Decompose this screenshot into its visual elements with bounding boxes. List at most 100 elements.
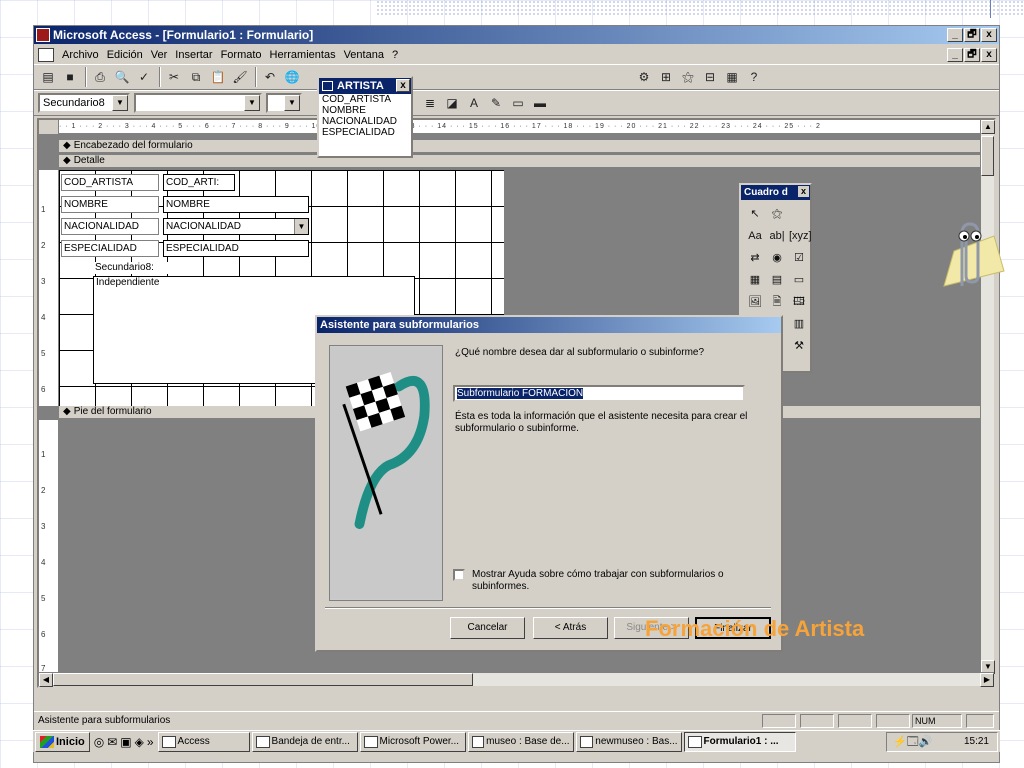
vertical-ruler-detail[interactable]: 1 2 3 4 5 6 [39, 170, 59, 406]
size-combo[interactable]: ▼ [266, 93, 302, 113]
menu-ver[interactable]: Ver [147, 49, 172, 61]
show-help-checkbox[interactable] [453, 569, 465, 581]
vertical-scrollbar[interactable]: ▲ ▼ [980, 120, 995, 674]
label-especialidad[interactable]: ESPECIALIDAD [61, 240, 159, 257]
vertical-ruler-footer[interactable]: 1 2 3 4 5 6 7 [39, 420, 59, 674]
font-combo[interactable]: ▼ [134, 93, 262, 113]
menu-ventana[interactable]: Ventana [340, 49, 388, 61]
horizontal-scrollbar[interactable]: ◀ ▶ [39, 672, 994, 687]
menu-archivo[interactable]: Archivo [58, 49, 103, 61]
channels-icon[interactable]: ◈ [135, 735, 144, 749]
minimize-button[interactable]: _ [947, 28, 963, 42]
section-header-bar[interactable]: ◆ Encabezado del formulario [59, 140, 992, 153]
subform-label[interactable]: Secundario8: [95, 262, 185, 274]
option-button-icon[interactable]: ◉ [767, 248, 787, 268]
new-object-icon[interactable]: ▦ [722, 67, 742, 87]
hyperlink-icon[interactable]: 🌐 [282, 67, 302, 87]
cancel-button[interactable]: Cancelar [450, 617, 525, 639]
task-powerpoint[interactable]: Microsoft Power... [359, 731, 466, 752]
vertical-scroll-thumb[interactable] [981, 136, 994, 176]
doc-close-button[interactable]: x [981, 48, 997, 62]
field-list-title-bar[interactable]: ARTISTA x [319, 78, 411, 94]
format-painter-icon[interactable]: 🖌 [230, 67, 250, 87]
unbound-object-icon[interactable]: 🗎 [767, 292, 787, 312]
print-preview-icon[interactable]: 🔍 [112, 67, 132, 87]
label-nombre[interactable]: NOMBRE [61, 196, 159, 213]
desktop-icon[interactable]: ▣ [120, 735, 131, 749]
field-list-item[interactable]: NACIONALIDAD [319, 116, 411, 127]
label-tool-icon[interactable]: Aa [745, 226, 765, 246]
undo-icon[interactable]: ↶ [260, 67, 280, 87]
label-nacionalidad[interactable]: NACIONALIDAD [61, 218, 159, 235]
database-window-icon[interactable]: ⊟ [700, 67, 720, 87]
menu-ayuda[interactable]: ? [388, 49, 402, 61]
section-detail-bar[interactable]: ◆ Detalle [59, 155, 992, 168]
menu-insertar[interactable]: Insertar [171, 49, 216, 61]
field-list-item[interactable]: NOMBRE [319, 105, 411, 116]
combo-box-tool-icon[interactable]: ▦ [745, 270, 765, 290]
font-color-icon[interactable]: A [464, 93, 484, 113]
toolbox-title-bar[interactable]: Cuadro d x [741, 185, 810, 200]
list-box-tool-icon[interactable]: ▤ [767, 270, 787, 290]
horizontal-ruler[interactable]: · · 1 · · · 2 · · · 3 · · · 4 · · · 5 · … [59, 120, 992, 134]
task-newmuseo-db[interactable]: newmuseo : Bas... [575, 731, 682, 752]
restore-button[interactable]: 🗗 [964, 28, 980, 42]
office-assistant-paperclip-icon[interactable] [924, 216, 1014, 296]
menu-formato[interactable]: Formato [217, 49, 266, 61]
properties-icon[interactable]: ⊞ [656, 67, 676, 87]
show-help-checkbox-label[interactable]: Mostrar Ayuda sobre cómo trabajar con su… [472, 569, 762, 593]
scroll-up-icon[interactable]: ▲ [981, 120, 995, 134]
clock[interactable]: 15:21 [964, 736, 989, 747]
scroll-left-icon[interactable]: ◀ [39, 673, 53, 687]
copy-icon[interactable]: ⧉ [186, 67, 206, 87]
task-formulario1[interactable]: Formulario1 : ... [683, 731, 796, 752]
mail-icon[interactable]: ✉ [107, 735, 117, 749]
browser-icon[interactable]: ◎ [94, 735, 104, 749]
chevron-down-icon[interactable]: ▼ [294, 219, 308, 234]
title-bar[interactable]: Microsoft Access - [Formulario1 : Formul… [34, 26, 999, 44]
textbox-nombre[interactable]: NOMBRE [163, 196, 309, 213]
doc-minimize-button[interactable]: _ [947, 48, 963, 62]
textbox-especialidad[interactable]: ESPECIALIDAD [163, 240, 309, 257]
option-group-icon[interactable]: [xyz] [789, 226, 812, 246]
menu-herramientas[interactable]: Herramientas [266, 49, 340, 61]
command-button-icon[interactable]: ▭ [789, 270, 809, 290]
toolbox-close-button[interactable]: x [798, 186, 809, 197]
scroll-right-icon[interactable]: ▶ [980, 673, 994, 687]
select-objects-icon[interactable]: ↖ [745, 204, 765, 224]
label-cod-artista[interactable]: COD_ARTISTA [61, 174, 159, 191]
task-access[interactable]: Access [157, 731, 250, 752]
field-list-close-button[interactable]: x [396, 79, 410, 92]
dialog-title[interactable]: Asistente para subformularios [317, 317, 781, 333]
more-controls-icon[interactable]: ⚒ [789, 336, 809, 356]
help-icon[interactable]: ? [744, 67, 764, 87]
chevron-down-icon[interactable]: ▼ [244, 95, 260, 111]
task-inbox[interactable]: Bandeja de entr... [251, 731, 358, 752]
combobox-nacionalidad[interactable]: NACIONALIDAD ▼ [163, 218, 309, 235]
chevron-down-icon[interactable]: ▼ [284, 95, 300, 111]
access-app-icon[interactable] [36, 28, 50, 42]
menu-edicion[interactable]: Edición [103, 49, 147, 61]
fill-color-icon[interactable]: ◪ [442, 93, 462, 113]
start-button[interactable]: Inicio [35, 731, 90, 752]
save-icon[interactable]: ■ [60, 67, 80, 87]
ruler-corner[interactable] [39, 120, 59, 134]
object-combo[interactable]: Secundario8 ▼ [38, 93, 130, 113]
border-width-icon[interactable]: ▭ [508, 93, 528, 113]
align-right-icon[interactable]: ≣ [420, 93, 440, 113]
bound-object-icon[interactable]: 🖽 [789, 292, 809, 312]
horizontal-scroll-thumb[interactable] [53, 673, 473, 686]
document-menu-icon[interactable] [38, 48, 54, 62]
back-button[interactable]: < Atrás [533, 617, 608, 639]
control-wizards-icon[interactable]: ⚝ [767, 204, 787, 224]
textbox-tool-icon[interactable]: ab| [767, 226, 787, 246]
tray-icons[interactable]: ⚡🗔🔊 [893, 733, 932, 751]
view-icon[interactable]: ▤ [38, 67, 58, 87]
line-color-icon[interactable]: ✎ [486, 93, 506, 113]
print-icon[interactable]: ⎙ [90, 67, 110, 87]
field-list-window[interactable]: ARTISTA x COD_ARTISTA NOMBRE NACIONALIDA… [317, 76, 413, 158]
checkbox-tool-icon[interactable]: ☑ [789, 248, 809, 268]
textbox-cod-artista[interactable]: COD_ARTI: [163, 174, 235, 191]
special-effect-icon[interactable]: ▬ [530, 93, 550, 113]
cut-icon[interactable]: ✂ [164, 67, 184, 87]
